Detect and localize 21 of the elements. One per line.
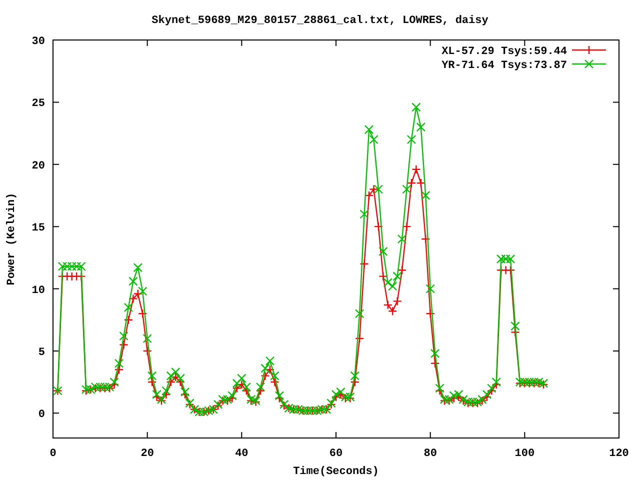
y-tick-label: 20 [32, 160, 45, 172]
legend-line-sample [571, 45, 607, 55]
x-tick-label: 0 [50, 448, 56, 460]
chart-title: Skynet_59689_M29_80157_28861_cal.txt, LOWRES, daisy [152, 15, 488, 27]
y-tick-label: 0 [38, 409, 45, 422]
y-tick-label: 5 [38, 346, 45, 359]
x-axis-label: Time(Seconds) [293, 466, 379, 478]
y-tick-label: 30 [32, 36, 45, 48]
y-tick-label: 15 [32, 222, 45, 235]
x-tick-label: 40 [235, 448, 248, 460]
y-axis-label: Power (Kelvin) [6, 192, 18, 286]
x-tick-label: 120 [609, 448, 629, 460]
legend-label: XL-57.29 Tsys:59.44 [442, 46, 567, 58]
x-tick-label: 100 [514, 448, 535, 460]
x-tick-label: 60 [329, 448, 343, 460]
y-tick-label: 25 [32, 98, 45, 110]
x-tick-label: 80 [424, 448, 437, 460]
legend-label: YR-71.64 Tsys:73.87 [442, 60, 567, 72]
x-tick-label: 20 [140, 448, 154, 460]
legend-line-sample [571, 59, 607, 69]
y-tick-label: 10 [32, 284, 45, 297]
